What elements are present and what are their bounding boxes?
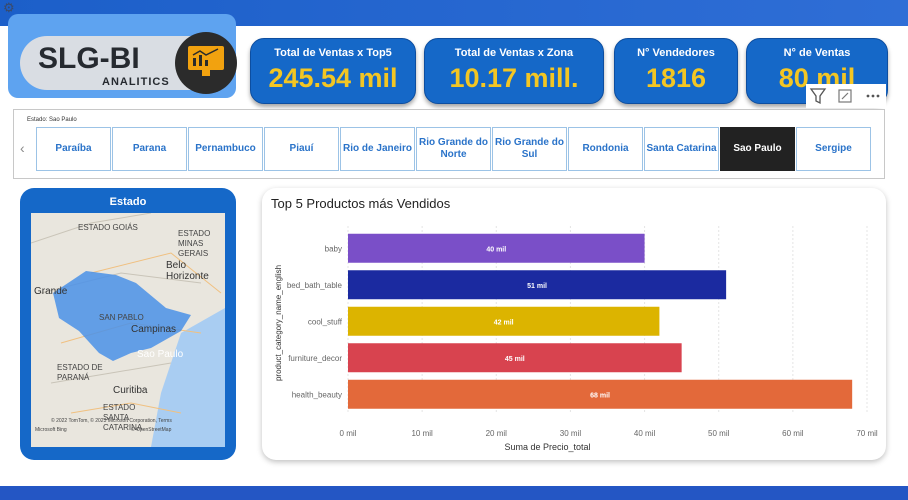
- slicer-item-piaui[interactable]: Piauí: [264, 127, 339, 171]
- slicer-title: Estado: Sao Paulo: [27, 117, 77, 123]
- map-label-san-pablo: SAN PABLO: [99, 313, 144, 322]
- bar-chart: 0 mil 10 mil 20 mil 30 mil 40 mil 50 mil 60 mi…: [274, 226, 878, 452]
- bottom-banner: [0, 486, 908, 500]
- slicer-item-rondonia[interactable]: Rondonia: [568, 127, 643, 171]
- brand-sub: ANALITICS: [102, 76, 170, 88]
- slicer-item-sergipe[interactable]: Sergipe: [796, 127, 871, 171]
- x-axis-title: Suma de Precio_total: [504, 442, 590, 452]
- category-label: baby: [325, 244, 342, 253]
- kpi-label: Total de Ventas x Top5: [274, 47, 392, 59]
- visual-toolbar: [806, 84, 886, 108]
- data-label: 51 mil: [527, 283, 547, 290]
- category-label: bed_bath_table: [287, 281, 343, 290]
- data-label: 45 mil: [505, 356, 525, 363]
- map-label-parana: ESTADO DE PARANÁ: [57, 363, 103, 382]
- chart-monitor-icon: [188, 46, 224, 70]
- map-label-curitiba: Curitiba: [113, 385, 148, 396]
- kpi-card-vendedores: N° Vendedores 1816: [614, 38, 738, 104]
- map-view[interactable]: ESTADO GOIÁS ESTADO MINAS GERAIS Belo Ho…: [31, 213, 225, 447]
- kpi-label: Total de Ventas x Zona: [454, 47, 574, 59]
- brand-main: SLG-BI: [38, 42, 140, 75]
- x-tick-label: 70 mil: [856, 429, 878, 438]
- map-card: Estado ESTADO GOIÁS ESTADO MINAS GERAIS …: [20, 188, 236, 460]
- data-label: 68 mil: [590, 392, 610, 399]
- slicer-item-sao-paulo[interactable]: Sao Paulo: [720, 127, 795, 171]
- monitor-stand: [202, 70, 210, 76]
- slicer-item-rio-de-janeiro[interactable]: Rio de Janeiro: [340, 127, 415, 171]
- top5-chart-card: Top 5 Productos más Vendidos 0 mil 10 mil…: [262, 188, 886, 460]
- map-label-campinas: Campinas: [131, 324, 177, 335]
- kpi-value: 245.54 mil: [268, 63, 398, 93]
- x-tick-label: 10 mil: [411, 429, 433, 438]
- x-tick-label: 50 mil: [708, 429, 730, 438]
- slicer-item-paraiba[interactable]: Paraíba: [36, 127, 111, 171]
- map-title: Estado: [109, 196, 147, 208]
- y-axis-title: product_category_name_english: [274, 265, 283, 381]
- category-label: cool_stuff: [308, 317, 343, 326]
- filter-icon[interactable]: [809, 88, 827, 105]
- category-label: health_beauty: [292, 390, 342, 399]
- x-tick-label: 0 mil: [340, 429, 357, 438]
- kpi-value: 10.17 mill.: [449, 63, 579, 93]
- x-tick-label: 40 mil: [634, 429, 656, 438]
- logo-panel: SLG-BI ANALITICS: [8, 14, 237, 98]
- x-tick-label: 60 mil: [782, 429, 804, 438]
- kpi-card-ventas-top5: Total de Ventas x Top5 245.54 mil: [250, 38, 416, 104]
- data-label: 42 mil: [494, 319, 514, 326]
- focus-mode-icon[interactable]: [838, 89, 852, 103]
- category-label: furniture_decor: [288, 354, 342, 363]
- slicer-item-pernambuco[interactable]: Pernambuco: [188, 127, 263, 171]
- map-label-sao-paulo: Sao Paulo: [137, 349, 184, 360]
- map-label-minas: ESTADO MINAS GERAIS: [178, 229, 211, 258]
- settings-icon[interactable]: ⚙: [3, 1, 17, 15]
- estado-slicer: Estado: Sao Paulo ‹ Paraíba Parana Perna…: [13, 109, 885, 179]
- kpi-value: 1816: [645, 63, 707, 93]
- slicer-item-rio-grande-do-norte[interactable]: Rio Grande do Norte: [416, 127, 491, 171]
- map-label-belo-horizonte: Belo Horizonte: [166, 260, 209, 282]
- kpi-label: N° de Ventas: [783, 47, 851, 59]
- chevron-left-icon[interactable]: ‹: [20, 140, 25, 156]
- x-tick-label: 30 mil: [560, 429, 582, 438]
- slicer-item-rio-grande-do-sul[interactable]: Rio Grande do Sul: [492, 127, 567, 171]
- map-bing-logo: Microsoft Bing: [35, 427, 67, 433]
- x-tick-label: 20 mil: [486, 429, 508, 438]
- kpi-label: N° Vendedores: [637, 47, 715, 59]
- map-credit[interactable]: © 2022 TomTom, © 2023 Microsoft Corporat…: [51, 418, 221, 424]
- map-credit-osm[interactable]: © OpenStreetMap: [131, 427, 171, 433]
- slicer-item-santa-catarina[interactable]: Santa Catarina: [644, 127, 719, 171]
- slicer-item-parana[interactable]: Parana: [112, 127, 187, 171]
- kpi-card-ventas-zona: Total de Ventas x Zona 10.17 mill.: [424, 38, 604, 104]
- map-label-grande: Grande: [34, 286, 68, 297]
- map-label-goias: ESTADO GOIÁS: [78, 223, 138, 232]
- data-label: 40 mil: [486, 246, 506, 253]
- more-options-icon[interactable]: [866, 94, 880, 98]
